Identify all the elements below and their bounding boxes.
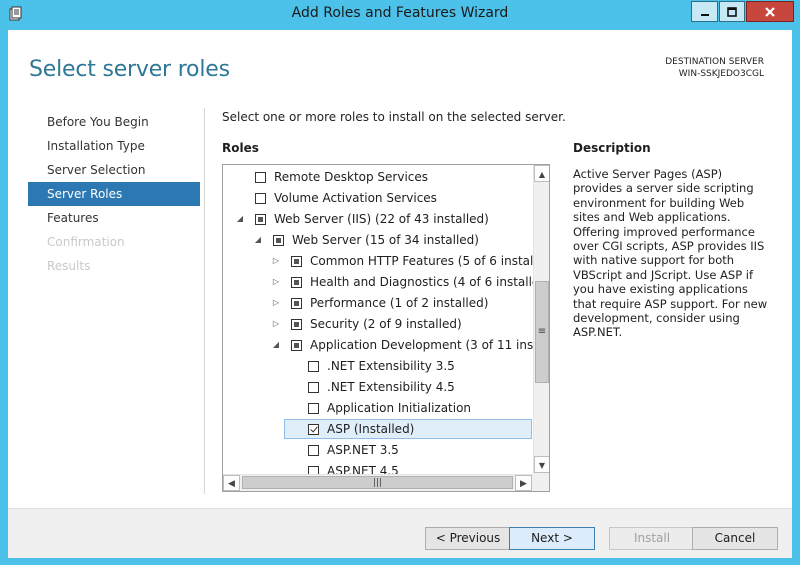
tree-row[interactable]: ▷ Security (2 of 9 installed) — [223, 314, 532, 335]
expanded-arrow-icon[interactable]: ◢ — [271, 340, 281, 350]
tree-row[interactable]: ▷ Performance (1 of 2 installed) — [223, 293, 532, 314]
chevron-left-icon: ◀ — [228, 479, 235, 489]
collapsed-arrow-icon[interactable]: ▷ — [271, 277, 281, 287]
role-label: ASP.NET 3.5 — [327, 443, 399, 457]
grip-icon: ≡ — [537, 326, 547, 337]
role-checkbox[interactable] — [291, 298, 302, 309]
chevron-up-icon: ▲ — [538, 170, 546, 179]
tree-row[interactable]: Volume Activation Services — [223, 188, 532, 209]
chevron-down-icon: ▼ — [538, 461, 546, 470]
maximize-button[interactable] — [719, 1, 745, 22]
role-checkbox[interactable] — [308, 382, 319, 393]
expanded-arrow-icon[interactable]: ◢ — [235, 214, 245, 224]
window-frame: Add Roles and Features Wizard Select ser… — [0, 0, 800, 565]
tree-row[interactable]: ASP (Installed) — [223, 419, 532, 440]
role-label: Health and Diagnostics (4 of 6 installed… — [310, 275, 550, 289]
tree-row[interactable]: Remote Desktop Services — [223, 167, 532, 188]
scroll-left-button[interactable]: ◀ — [223, 475, 240, 491]
collapsed-arrow-icon[interactable]: ▷ — [271, 298, 281, 308]
nav-divider — [204, 108, 205, 494]
instruction-text: Select one or more roles to install on t… — [222, 110, 566, 124]
role-checkbox[interactable] — [291, 256, 302, 267]
scrollbar-corner — [533, 474, 549, 491]
role-checkbox[interactable] — [291, 340, 302, 351]
role-label: Volume Activation Services — [274, 191, 437, 205]
tree-row[interactable]: ◢ Application Development (3 of 11 instal… — [223, 335, 549, 356]
minimize-icon — [700, 13, 709, 16]
maximize-icon — [727, 6, 737, 17]
tree-row[interactable]: ◢ Web Server (IIS) (22 of 43 installed) — [223, 209, 532, 230]
role-label: Common HTTP Features (5 of 6 installed) — [310, 254, 550, 268]
nav-item-confirmation: Confirmation — [47, 235, 125, 249]
nav-item-results: Results — [47, 259, 91, 273]
role-checkbox[interactable] — [308, 361, 319, 372]
role-label: Remote Desktop Services — [274, 170, 429, 184]
cancel-button[interactable]: Cancel — [692, 527, 778, 550]
horizontal-scroll-thumb[interactable]: ||| — [242, 476, 513, 489]
scroll-up-button[interactable]: ▲ — [534, 165, 549, 182]
install-button: Install — [609, 527, 695, 550]
nav-item-installation-type[interactable]: Installation Type — [28, 134, 200, 158]
role-checkbox[interactable] — [273, 235, 284, 246]
destination-server: DESTINATION SERVER WIN-SSKJEDO3CGL — [665, 56, 764, 80]
horizontal-scrollbar[interactable]: ◀ ||| ▶ — [223, 474, 533, 491]
tree-row[interactable]: .NET Extensibility 4.5 — [223, 377, 532, 398]
role-label: ASP (Installed) — [327, 422, 415, 436]
wizard-footer: < Previous Next > Install Cancel — [8, 508, 792, 558]
grip-icon: ||| — [372, 478, 383, 488]
collapsed-arrow-icon[interactable]: ▷ — [271, 319, 281, 329]
nav-item-server-roles[interactable]: Server Roles — [28, 182, 200, 206]
scroll-right-button[interactable]: ▶ — [515, 475, 532, 491]
close-button[interactable] — [746, 1, 794, 22]
expanded-arrow-icon[interactable]: ◢ — [253, 235, 263, 245]
role-label: Security (2 of 9 installed) — [310, 317, 462, 331]
wizard-client-area: Select server roles DESTINATION SERVER W… — [8, 30, 792, 558]
role-label: Web Server (IIS) (22 of 43 installed) — [274, 212, 489, 226]
destination-server-label: DESTINATION SERVER — [665, 57, 764, 67]
collapsed-arrow-icon[interactable]: ▷ — [271, 256, 281, 266]
role-checkbox[interactable] — [291, 319, 302, 330]
role-checkbox[interactable] — [308, 424, 319, 435]
wizard-nav: Before You Begin Installation Type Serve… — [28, 110, 200, 278]
role-checkbox[interactable] — [255, 214, 266, 225]
role-checkbox[interactable] — [308, 445, 319, 456]
role-label: Application Development (3 of 11 install… — [310, 338, 550, 352]
chevron-right-icon: ▶ — [520, 479, 527, 489]
tree-row[interactable]: .NET Extensibility 3.5 — [223, 356, 532, 377]
previous-button[interactable]: < Previous — [425, 527, 511, 550]
roles-tree[interactable]: Remote Desktop Services Volume Activation… — [222, 164, 550, 492]
page-title: Select server roles — [29, 57, 230, 82]
close-icon — [765, 6, 775, 17]
next-button[interactable]: Next > — [509, 527, 595, 550]
title-bar[interactable]: Add Roles and Features Wizard — [0, 0, 800, 30]
vertical-scrollbar[interactable]: ▲ ≡ ▼ — [533, 165, 549, 474]
tree-row[interactable]: ASP.NET 3.5 — [223, 440, 532, 461]
role-checkbox[interactable] — [308, 403, 319, 414]
role-checkbox[interactable] — [255, 172, 266, 183]
tree-row[interactable]: ▷ Health and Diagnostics (4 of 6 installe… — [223, 272, 549, 293]
role-label: .NET Extensibility 3.5 — [327, 359, 455, 373]
destination-server-value: WIN-SSKJEDO3CGL — [678, 69, 764, 79]
role-checkbox[interactable] — [255, 193, 266, 204]
nav-item-server-selection[interactable]: Server Selection — [28, 158, 200, 182]
tree-row[interactable]: Application Initialization — [223, 398, 532, 419]
role-label: Application Initialization — [327, 401, 472, 415]
nav-item-before-you-begin[interactable]: Before You Begin — [28, 110, 200, 134]
tree-row[interactable]: ◢ Web Server (15 of 34 installed) — [223, 230, 532, 251]
window-title: Add Roles and Features Wizard — [291, 5, 509, 21]
description-text: Active Server Pages (ASP) provides a ser… — [573, 167, 768, 340]
roles-heading: Roles — [222, 141, 259, 155]
role-label: Performance (1 of 2 installed) — [310, 296, 489, 310]
description-heading: Description — [573, 141, 651, 155]
role-checkbox[interactable] — [291, 277, 302, 288]
scroll-down-button[interactable]: ▼ — [534, 456, 549, 473]
vertical-scroll-thumb[interactable]: ≡ — [535, 281, 549, 383]
nav-item-features[interactable]: Features — [28, 206, 200, 230]
role-label: Web Server (15 of 34 installed) — [292, 233, 479, 247]
minimize-button[interactable] — [691, 1, 718, 22]
role-label: .NET Extensibility 4.5 — [327, 380, 455, 394]
tree-row[interactable]: ▷ Common HTTP Features (5 of 6 installed) — [223, 251, 549, 272]
